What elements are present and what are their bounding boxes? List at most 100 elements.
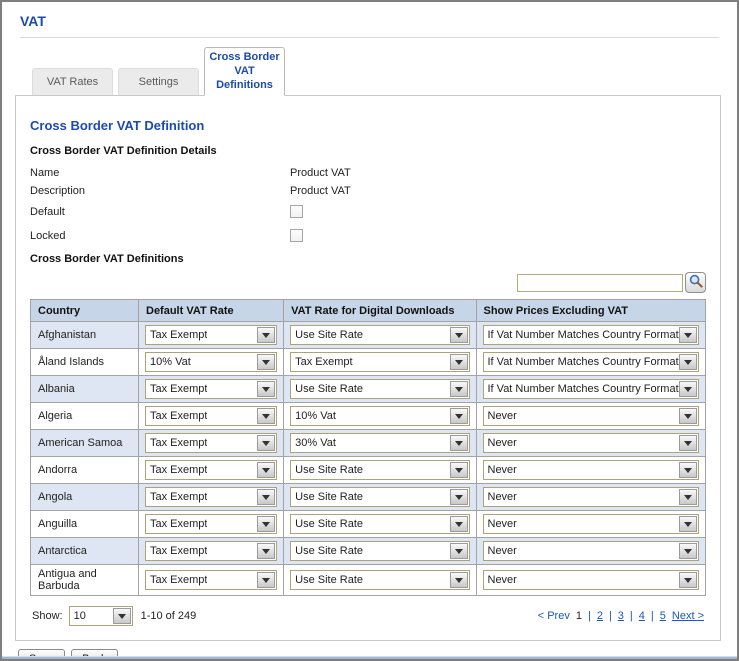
pager: < Prev 1|2|3|4|5 Next > (538, 610, 704, 622)
digital-downloads-rate-value: Use Site Rate (295, 464, 363, 476)
page-separator: | (588, 610, 591, 622)
show-prices-excluding-vat-select[interactable]: Never (483, 460, 700, 480)
locked-checkbox[interactable] (290, 229, 303, 242)
chevron-down-icon (450, 354, 468, 370)
default-vat-rate-value: Tax Exempt (150, 383, 207, 395)
show-prices-excluding-vat-value: Never (488, 574, 517, 586)
show-prices-excluding-vat-select[interactable]: If Vat Number Matches Country Format (483, 379, 700, 399)
vat-table-body: Afghanistan Tax Exempt Use Site Rate If … (31, 322, 706, 596)
digital-downloads-rate-select[interactable]: Use Site Rate (290, 570, 469, 590)
chevron-down-icon (257, 489, 275, 505)
chevron-down-icon (450, 489, 468, 505)
digital-downloads-rate-value: 30% Vat (295, 437, 336, 449)
digital-downloads-rate-select[interactable]: 10% Vat (290, 406, 469, 426)
show-prices-excluding-vat-select[interactable]: If Vat Number Matches Country Format (483, 352, 700, 372)
page-number-link[interactable]: 5 (660, 610, 666, 622)
chevron-down-icon (679, 381, 697, 397)
digital-downloads-rate-select[interactable]: Use Site Rate (290, 460, 469, 480)
page-number-link[interactable]: 4 (639, 610, 645, 622)
page-number-current: 1 (576, 610, 582, 622)
default-vat-rate-value: Tax Exempt (150, 437, 207, 449)
table-row: Antarctica Tax Exempt Use Site Rate Neve… (31, 538, 706, 565)
show-prices-excluding-vat-select[interactable]: If Vat Number Matches Country Format (483, 325, 700, 345)
prev-page-link[interactable]: < Prev (538, 610, 570, 622)
page-number-link[interactable]: 3 (618, 610, 624, 622)
show-prices-excluding-vat-select[interactable]: Never (483, 406, 700, 426)
page-number-link[interactable]: 2 (597, 610, 603, 622)
next-page-link[interactable]: Next > (672, 610, 704, 622)
country-name: Antigua and Barbuda (38, 568, 97, 592)
show-prices-excluding-vat-select[interactable]: Never (483, 487, 700, 507)
show-prices-excluding-vat-value: Never (488, 545, 517, 557)
show-prices-excluding-vat-value: If Vat Number Matches Country Format (488, 329, 679, 341)
digital-downloads-rate-select[interactable]: 30% Vat (290, 433, 469, 453)
column-header-country: Country (31, 300, 139, 322)
bottom-strip (2, 656, 737, 659)
default-vat-rate-select[interactable]: Tax Exempt (145, 541, 277, 561)
digital-downloads-rate-select[interactable]: Use Site Rate (290, 514, 469, 534)
description-row: Description Product VAT (30, 182, 706, 199)
page-links: 1|2|3|4|5 (576, 610, 666, 622)
show-page-size-select[interactable]: 10 (69, 606, 133, 626)
default-vat-rate-select[interactable]: Tax Exempt (145, 570, 277, 590)
show-prices-excluding-vat-select[interactable]: Never (483, 570, 700, 590)
country-cell: Anguilla (31, 511, 139, 538)
table-row: Albania Tax Exempt Use Site Rate If Vat … (31, 376, 706, 403)
table-row: Andorra Tax Exempt Use Site Rate Never (31, 457, 706, 484)
digital-downloads-rate-select[interactable]: Use Site Rate (290, 487, 469, 507)
default-vat-rate-select[interactable]: Tax Exempt (145, 379, 277, 399)
search-input[interactable] (517, 274, 683, 292)
description-label: Description (30, 185, 290, 197)
table-row: Afghanistan Tax Exempt Use Site Rate If … (31, 322, 706, 349)
country-cell: Åland Islands (31, 349, 139, 376)
page-separator: | (609, 610, 612, 622)
chevron-down-icon (450, 572, 468, 588)
range-text: 1-10 of 249 (141, 610, 197, 622)
default-vat-rate-select[interactable]: Tax Exempt (145, 406, 277, 426)
default-vat-rate-select[interactable]: Tax Exempt (145, 325, 277, 345)
table-row: Algeria Tax Exempt 10% Vat Never (31, 403, 706, 430)
section-heading: Cross Border VAT Definition (30, 118, 706, 133)
search-button[interactable] (685, 272, 706, 293)
tab-cross-border-vat-definitions[interactable]: Cross Border VAT Definitions (204, 47, 285, 96)
digital-downloads-rate-select[interactable]: Use Site Rate (290, 541, 469, 561)
chevron-down-icon (450, 435, 468, 451)
definitions-heading: Cross Border VAT Definitions (30, 253, 706, 265)
country-cell: Angola (31, 484, 139, 511)
chevron-down-icon (450, 381, 468, 397)
chevron-down-icon (450, 516, 468, 532)
default-vat-rate-select[interactable]: Tax Exempt (145, 514, 277, 534)
default-vat-rate-select[interactable]: 10% Vat (145, 352, 277, 372)
show-prices-excluding-vat-select[interactable]: Never (483, 514, 700, 534)
tab-vat-rates[interactable]: VAT Rates (32, 68, 113, 95)
country-cell: Albania (31, 376, 139, 403)
digital-downloads-rate-select[interactable]: Use Site Rate (290, 379, 469, 399)
default-vat-rate-value: Tax Exempt (150, 491, 207, 503)
default-checkbox[interactable] (290, 205, 303, 218)
country-cell: Algeria (31, 403, 139, 430)
default-row: Default (30, 200, 706, 223)
tab-bar: VAT Rates Settings Cross Border VAT Defi… (32, 47, 737, 95)
table-row: Angola Tax Exempt Use Site Rate Never (31, 484, 706, 511)
chevron-down-icon (257, 381, 275, 397)
column-header-digital-downloads: VAT Rate for Digital Downloads (284, 300, 476, 322)
chevron-down-icon (679, 408, 697, 424)
show-prices-excluding-vat-value: If Vat Number Matches Country Format (488, 383, 679, 395)
default-vat-rate-select[interactable]: Tax Exempt (145, 487, 277, 507)
table-header-row: Country Default VAT Rate VAT Rate for Di… (31, 300, 706, 322)
show-group: Show: 10 1-10 of 249 (32, 606, 196, 626)
show-prices-excluding-vat-select[interactable]: Never (483, 541, 700, 561)
digital-downloads-rate-select[interactable]: Use Site Rate (290, 325, 469, 345)
locked-label: Locked (30, 230, 290, 242)
chevron-down-icon (679, 327, 697, 343)
digital-downloads-rate-select[interactable]: Tax Exempt (290, 352, 469, 372)
country-name: Angola (38, 491, 72, 503)
show-prices-excluding-vat-select[interactable]: Never (483, 433, 700, 453)
tab-settings[interactable]: Settings (118, 68, 199, 95)
page-title: VAT (20, 13, 737, 29)
default-vat-rate-select[interactable]: Tax Exempt (145, 433, 277, 453)
description-value: Product VAT (290, 185, 351, 197)
default-vat-rate-value: Tax Exempt (150, 545, 207, 557)
chevron-down-icon (257, 543, 275, 559)
default-vat-rate-select[interactable]: Tax Exempt (145, 460, 277, 480)
